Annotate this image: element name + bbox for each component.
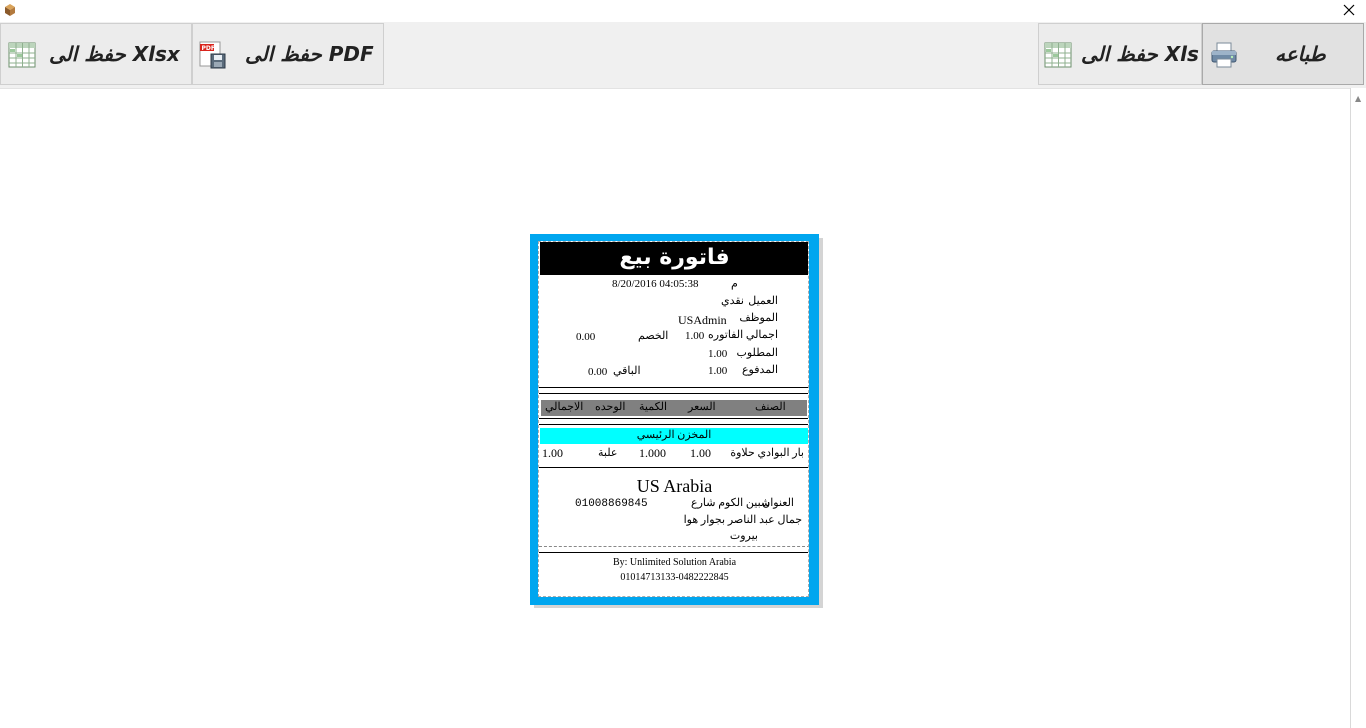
vertical-scrollbar[interactable]: ▲ [1350, 88, 1366, 728]
remaining-value: 0.00 [588, 366, 608, 378]
dashed-divider [539, 546, 808, 547]
scroll-up-arrow-icon[interactable]: ▲ [1355, 94, 1361, 103]
toolbar: حفظ الى Xlsx PDF حفظ الى PDF حفظ الى Xls [0, 22, 1366, 89]
row-qty: 1.000 [639, 446, 666, 460]
col-header-qty: الكمية [639, 401, 668, 413]
invoice-period: م [731, 278, 738, 290]
address-line-2: جمال عبد الناصر بجوار هوا [683, 514, 802, 526]
footer-by: By: Unlimited Solution Arabia [612, 557, 737, 568]
print-label: طباعه [1275, 42, 1326, 66]
col-header-item: الصنف [755, 401, 786, 413]
divider [539, 393, 808, 394]
col-header-price: السعر [688, 401, 716, 413]
print-button[interactable]: طباعه [1202, 23, 1364, 85]
required-value: 1.00 [708, 348, 728, 360]
customer-value: نقدي [720, 295, 744, 307]
report-page: فاتورة بيع 8/20/2016 04:05:38 م العميل ن… [530, 234, 819, 605]
spreadsheet-icon [8, 42, 36, 68]
row-price: 1.00 [690, 446, 711, 460]
row-total: 1.00 [542, 446, 563, 460]
row-unit: علبة [598, 447, 618, 459]
col-header-total: الاجمالي [545, 401, 584, 413]
discount-label: الخصم [638, 330, 669, 342]
customer-label: العميل [748, 295, 778, 307]
divider [539, 418, 808, 419]
divider [539, 552, 808, 553]
col-header-unit: الوحده [595, 401, 626, 413]
items-table-header: الصنف السعر الكمية الوحده الاجمالي [541, 400, 807, 416]
company-name: US Arabia [636, 476, 713, 496]
save-xls-label: حفظ الى Xls [1081, 42, 1199, 66]
receipt: فاتورة بيع 8/20/2016 04:05:38 م العميل ن… [538, 241, 809, 597]
divider [539, 387, 808, 388]
save-pdf-button[interactable]: PDF حفظ الى PDF [192, 23, 384, 85]
pdf-save-icon: PDF [199, 41, 226, 69]
save-xlsx-button[interactable]: حفظ الى Xlsx [0, 23, 192, 85]
paid-value: 1.00 [708, 365, 728, 377]
receipt-title: فاتورة بيع [540, 242, 808, 275]
discount-value: 0.00 [576, 331, 596, 343]
row-item: بار البوادي حلاوة [730, 447, 804, 459]
invoice-total-label: اجمالي الفاتوره [708, 329, 778, 341]
divider [539, 467, 808, 468]
title-bar [0, 0, 1366, 22]
paid-label: المدفوع [741, 364, 778, 376]
address-line-1: شبين الكوم شارع [691, 497, 771, 509]
invoice-total-value: 1.00 [685, 330, 705, 342]
printer-icon [1211, 42, 1237, 68]
warehouse-name: المخزن الرئيسي [636, 429, 712, 441]
save-pdf-label: حفظ الى PDF [245, 42, 374, 66]
warehouse-group-row: المخزن الرئيسي [540, 428, 808, 444]
spreadsheet-icon [1044, 42, 1072, 68]
address-line-3: بيروت [729, 530, 758, 542]
svg-text:PDF: PDF [202, 45, 215, 52]
employee-value: USAdmin [678, 313, 727, 327]
divider [539, 424, 808, 425]
close-icon[interactable] [1340, 1, 1358, 19]
remaining-label: الباقي [613, 365, 641, 377]
footer-phones: 01014713133-0482222845 [620, 572, 729, 583]
invoice-datetime: 8/20/2016 04:05:38 [612, 278, 699, 290]
save-xlsx-label: حفظ الى Xlsx [49, 42, 180, 66]
save-xls-button[interactable]: حفظ الى Xls [1038, 23, 1202, 85]
company-phone: 01008869845 [575, 498, 648, 510]
employee-label: الموظف [739, 312, 778, 324]
required-label: المطلوب [736, 347, 778, 359]
app-box-icon [5, 4, 15, 16]
